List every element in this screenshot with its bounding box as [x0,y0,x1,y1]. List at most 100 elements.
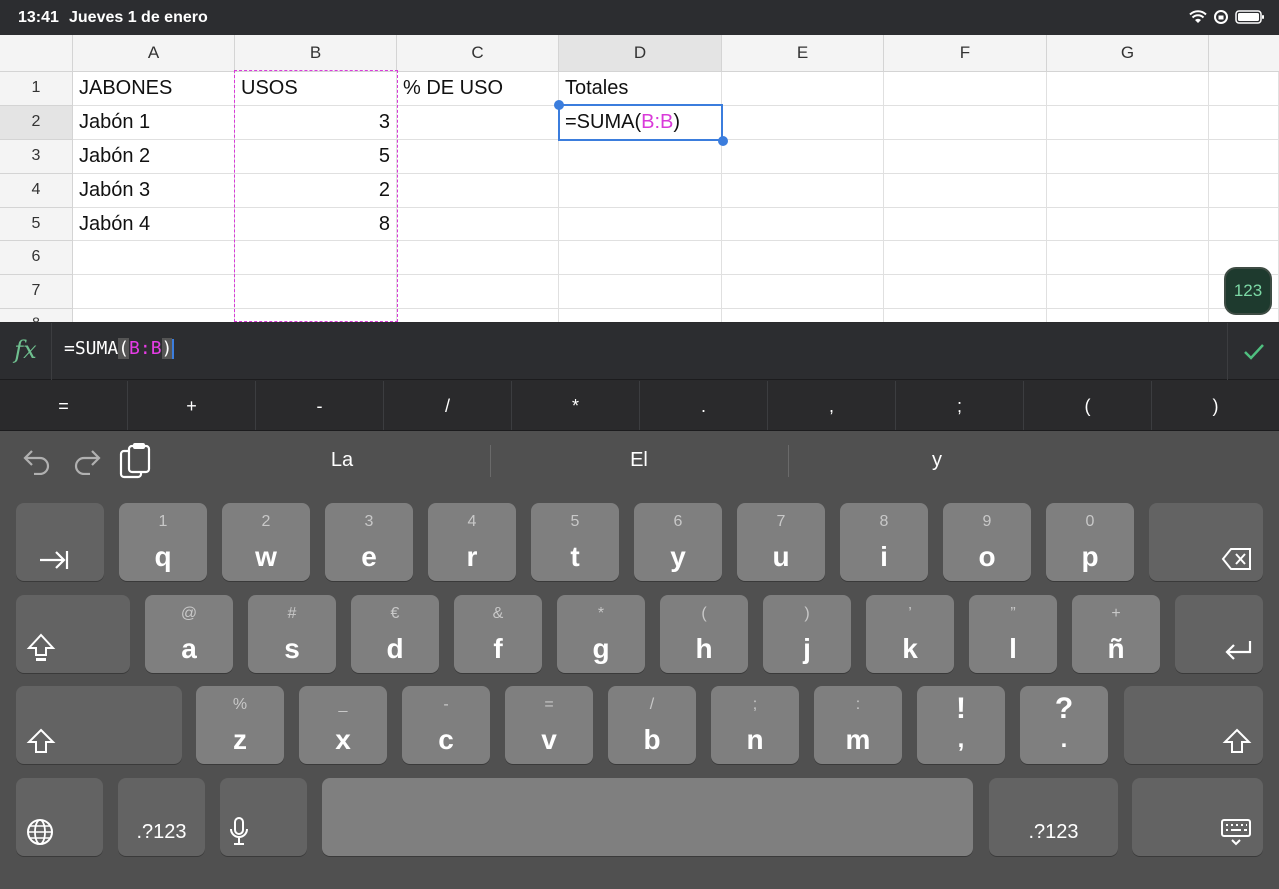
cell-f1[interactable] [884,72,1047,106]
cell-g7[interactable] [1047,275,1209,309]
key-3-row2[interactable]: & f [454,595,542,673]
prediction-1[interactable]: La [282,449,402,472]
space-key[interactable] [322,778,973,856]
cell-e4[interactable] [722,174,884,208]
cell-e1[interactable] [722,72,884,106]
cell-c4[interactable] [397,174,559,208]
cell-g3[interactable] [1047,140,1209,174]
globe-key[interactable] [16,778,103,856]
key-7-row1[interactable]: 8i [840,503,928,581]
cell-g2[interactable] [1047,106,1209,140]
column-header-b[interactable]: B [235,35,397,72]
cell-h4[interactable] [1209,174,1279,208]
key-6-row3[interactable]: :m [814,686,902,764]
operator-key[interactable]: / [384,381,512,430]
paste-icon[interactable] [118,443,152,481]
operator-key[interactable]: , [768,381,896,430]
fx-icon[interactable]: fx [0,323,52,380]
cell-e2[interactable] [722,106,884,140]
cell-f3[interactable] [884,140,1047,174]
delete-key[interactable] [1149,503,1263,581]
cell-f8[interactable] [884,309,1047,322]
cell-e7[interactable] [722,275,884,309]
row-header-6[interactable]: 6 [0,241,73,275]
cell-f6[interactable] [884,241,1047,275]
cell-b5[interactable]: 8 [235,208,397,241]
key-9-row2[interactable]: + ñ [1072,595,1160,673]
key-9-row1[interactable]: 0p [1046,503,1134,581]
column-header-h[interactable] [1209,35,1279,72]
cell-h5[interactable] [1209,208,1279,241]
caps-lock-key[interactable] [16,595,130,673]
cell-h2[interactable] [1209,106,1279,140]
key-7-row3[interactable]: !, [917,686,1005,764]
cell-c2[interactable] [397,106,559,140]
cell-d8[interactable] [559,309,722,322]
cell-c3[interactable] [397,140,559,174]
operator-key[interactable]: + [128,381,256,430]
key-3-row1[interactable]: 4r [428,503,516,581]
key-1-row3[interactable]: _ x [299,686,387,764]
column-header-c[interactable]: C [397,35,559,72]
column-header-d[interactable]: D [559,35,722,72]
number-pad-button[interactable]: 123 [1224,267,1272,315]
key-8-row1[interactable]: 9o [943,503,1031,581]
cell-c1[interactable]: % DE USO [397,72,559,106]
tab-key[interactable] [16,503,104,581]
row-header-3[interactable]: 3 [0,140,73,174]
cell-b3[interactable]: 5 [235,140,397,174]
active-cell-d2[interactable]: =SUMA(B:B) [558,104,723,141]
key-2-row1[interactable]: 3e [325,503,413,581]
cell-e6[interactable] [722,241,884,275]
cell-g8[interactable] [1047,309,1209,322]
cell-a1[interactable]: JABONES [73,72,235,106]
cell-b8[interactable] [235,309,397,322]
cell-d5[interactable] [559,208,722,241]
key-5-row3[interactable]: ; n [711,686,799,764]
redo-icon[interactable] [72,447,102,475]
cell-e8[interactable] [722,309,884,322]
cell-e3[interactable] [722,140,884,174]
operator-key[interactable]: ( [1024,381,1152,430]
row-header-5[interactable]: 5 [0,208,73,241]
key-4-row2[interactable]: * g [557,595,645,673]
key-0-row2[interactable]: @ a [145,595,233,673]
operator-key[interactable]: ; [896,381,1024,430]
cell-a4[interactable]: Jabón 3 [73,174,235,208]
cell-h3[interactable] [1209,140,1279,174]
cell-d1[interactable]: Totales [559,72,722,106]
key-5-row1[interactable]: 6y [634,503,722,581]
cell-d3[interactable] [559,140,722,174]
cell-b1[interactable]: USOS [235,72,397,106]
key-6-row1[interactable]: 7u [737,503,825,581]
key-1-row1[interactable]: 2w [222,503,310,581]
numbers-key-right[interactable]: .?123 [989,778,1118,856]
cell-a8[interactable] [73,309,235,322]
cell-a2[interactable]: Jabón 1 [73,106,235,140]
cell-c6[interactable] [397,241,559,275]
key-0-row1[interactable]: 1q [119,503,207,581]
key-0-row3[interactable]: % z [196,686,284,764]
cell-f2[interactable] [884,106,1047,140]
cell-a5[interactable]: Jabón 4 [73,208,235,241]
key-1-row2[interactable]: # s [248,595,336,673]
spreadsheet-grid[interactable]: A B C D E F G 1 2 3 4 5 6 7 8 JABONES USO… [0,35,1279,322]
key-7-row2[interactable]: ’ k [866,595,954,673]
key-8-row2[interactable]: ” l [969,595,1057,673]
column-header-f[interactable]: F [884,35,1047,72]
checkmark-icon[interactable] [1227,323,1279,380]
cell-d4[interactable] [559,174,722,208]
cell-d7[interactable] [559,275,722,309]
key-6-row2[interactable]: ) j [763,595,851,673]
cell-b2[interactable]: 3 [235,106,397,140]
key-4-row3[interactable]: / b [608,686,696,764]
cell-a6[interactable] [73,241,235,275]
cell-b6[interactable] [235,241,397,275]
key-3-row3[interactable]: = v [505,686,593,764]
select-all-corner[interactable] [0,35,73,72]
cell-d6[interactable] [559,241,722,275]
operator-key[interactable]: - [256,381,384,430]
operator-key[interactable]: * [512,381,640,430]
cell-e5[interactable] [722,208,884,241]
cell-b7[interactable] [235,275,397,309]
